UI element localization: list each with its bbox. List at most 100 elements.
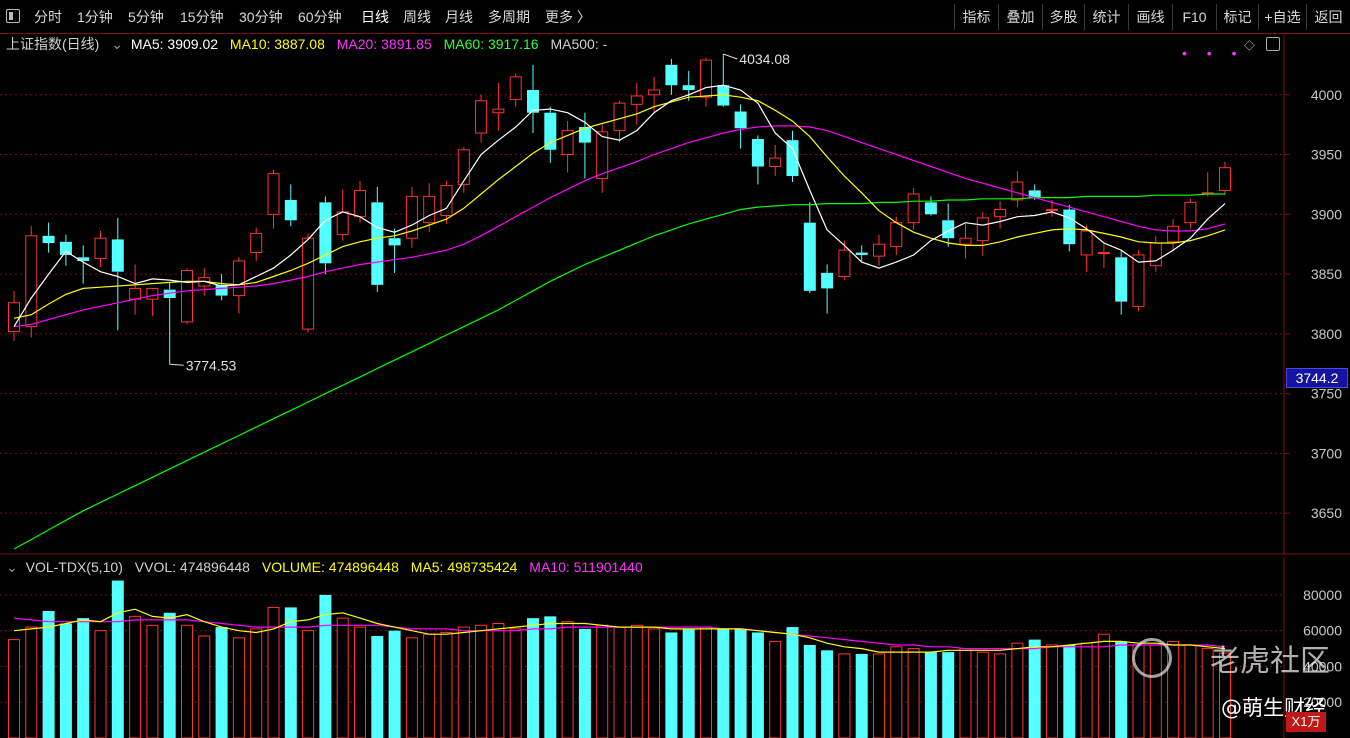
candle-body-up (1184, 201, 1197, 224)
period-tab-fenshi[interactable]: 分时 (34, 6, 62, 28)
volume-bar-up (25, 626, 38, 738)
volume-bar-up (700, 626, 712, 738)
candle-body-down (734, 111, 747, 129)
candle-body-down (665, 64, 678, 86)
candle-body-up (873, 243, 885, 257)
volume-bar-down (665, 632, 678, 738)
candle-body-up (1097, 252, 1110, 255)
candle-body-up (1149, 242, 1162, 267)
volume-bar-up (994, 653, 1007, 738)
price-chart-panel[interactable]: 3650 3700 3750 3800 3850 3900 3950 4000 4034.08 3… (0, 35, 1350, 555)
volume-bar-up (630, 624, 643, 738)
more-dots-icon[interactable]: • • • (1182, 45, 1244, 61)
volume-bar-up (250, 628, 263, 738)
volume-unit-badge: X1万 (1286, 712, 1326, 732)
candle-body-down (544, 112, 557, 150)
volume-bar-up (613, 626, 626, 738)
high-marker-line (723, 53, 738, 60)
price-tick-label: 3850 (1311, 266, 1342, 282)
candle-body-up (94, 237, 107, 260)
ma20-line (13, 125, 1226, 328)
volume-bar-down (111, 580, 124, 738)
candle-body-down (527, 89, 539, 113)
back-button[interactable]: 返回 (1306, 4, 1350, 30)
volume-tick-label: 80000 (1303, 587, 1342, 603)
volume-ma5-value: MA5: 498735424 (410, 559, 518, 575)
volume-bar-down (734, 628, 747, 738)
current-price-flag: 3744.2 (1286, 368, 1348, 388)
volume-indicator-title: VOL-TDX(5,10) (25, 559, 123, 575)
volume-bar-up (146, 624, 159, 738)
candle-body-up (457, 149, 470, 185)
period-tab-multi[interactable]: 多周期 (488, 6, 530, 28)
candle-body-up (994, 209, 1007, 218)
candle-body-down (284, 199, 297, 221)
mark-button[interactable]: 标记 (1216, 4, 1258, 30)
volume-bar-up (475, 624, 488, 738)
draw-line-button[interactable]: 画线 (1128, 4, 1172, 30)
volume-bar-down (942, 652, 955, 738)
diamond-icon[interactable]: ◇ (1244, 36, 1255, 53)
candle-body-down (42, 235, 55, 243)
candle-body-up (423, 195, 436, 224)
candle-body-up (146, 287, 159, 300)
chevron-down-icon[interactable]: ⌄ (111, 35, 123, 53)
volume-bar-down (59, 623, 72, 738)
indicator-button[interactable]: 指标 (954, 4, 998, 30)
candle-body-up (475, 100, 488, 134)
period-tab-weekly[interactable]: 周线 (403, 6, 431, 28)
candle-body-up (907, 193, 920, 224)
volume-bar-up (423, 633, 436, 738)
candle-body-up (267, 173, 280, 215)
volume-ma10-value: MA10: 511901440 (529, 559, 643, 575)
volume-bar-up (890, 646, 903, 738)
volume-bar-up (181, 624, 193, 738)
candle-body-down (924, 202, 937, 215)
volume-bar-up (976, 651, 989, 738)
volume-bar-down (215, 627, 228, 738)
volume-bar-up (596, 624, 609, 738)
period-tab-1min[interactable]: 1分钟 (77, 6, 113, 28)
f10-button[interactable]: F10 (1172, 4, 1216, 30)
price-tick-label: 3900 (1311, 206, 1342, 222)
overlay-button[interactable]: 叠加 (998, 4, 1042, 30)
volume-legend: ⌄ VOL-TDX(5,10) VVOL: 474896448 VOLUME: … (6, 558, 651, 576)
period-tab-more[interactable]: 更多 〉 (545, 6, 591, 28)
volume-bar-up (873, 653, 885, 738)
window-layout-icon[interactable] (6, 9, 20, 23)
statistics-button[interactable]: 统计 (1084, 4, 1128, 30)
chevron-down-icon[interactable]: ⌄ (6, 558, 18, 576)
candle-body-up (700, 59, 712, 98)
period-tab-monthly[interactable]: 月线 (445, 6, 473, 28)
period-tab-30min[interactable]: 30分钟 (239, 6, 283, 28)
period-tab-5min[interactable]: 5分钟 (128, 6, 164, 28)
volume-bar-down (803, 644, 816, 738)
period-tab-daily[interactable]: 日线 (361, 6, 389, 28)
add-watchlist-button[interactable]: +自选 (1258, 4, 1306, 30)
volume-bar-up (648, 628, 661, 738)
volume-bar-down (163, 612, 176, 738)
period-tab-60min[interactable]: 60分钟 (298, 6, 342, 28)
volume-bar-up (1080, 642, 1093, 738)
multi-stock-button[interactable]: 多股 (1042, 4, 1084, 30)
volume-bar-up (492, 623, 505, 738)
volume-bar-down (77, 618, 90, 738)
volume-bar-up (302, 630, 315, 738)
volume-bar-up (509, 628, 522, 738)
volume-bar-down (388, 630, 401, 738)
price-legend: 上证指数(日线) ⌄ MA5: 3909.02 MA10: 3887.08 MA… (6, 35, 615, 53)
period-tab-15min[interactable]: 15分钟 (180, 6, 224, 28)
volume-bar-down (527, 618, 539, 738)
candle-body-up (181, 269, 193, 323)
candle-body-up (769, 157, 782, 167)
volume-bar-down (578, 628, 591, 738)
panel-toggle-icon[interactable] (1266, 37, 1280, 51)
volume-bar-up (8, 639, 20, 738)
volume-bar-up (94, 630, 107, 738)
volume-bar-up (1046, 644, 1058, 738)
candle-body-down (371, 202, 384, 285)
index-title: 上证指数(日线) (6, 36, 100, 52)
candle-body-up (354, 189, 366, 218)
candle-body-down (111, 239, 124, 272)
candlestick-chart[interactable]: 3650 3700 3750 3800 3850 3900 3950 4000 4034.08 3… (0, 35, 1350, 555)
